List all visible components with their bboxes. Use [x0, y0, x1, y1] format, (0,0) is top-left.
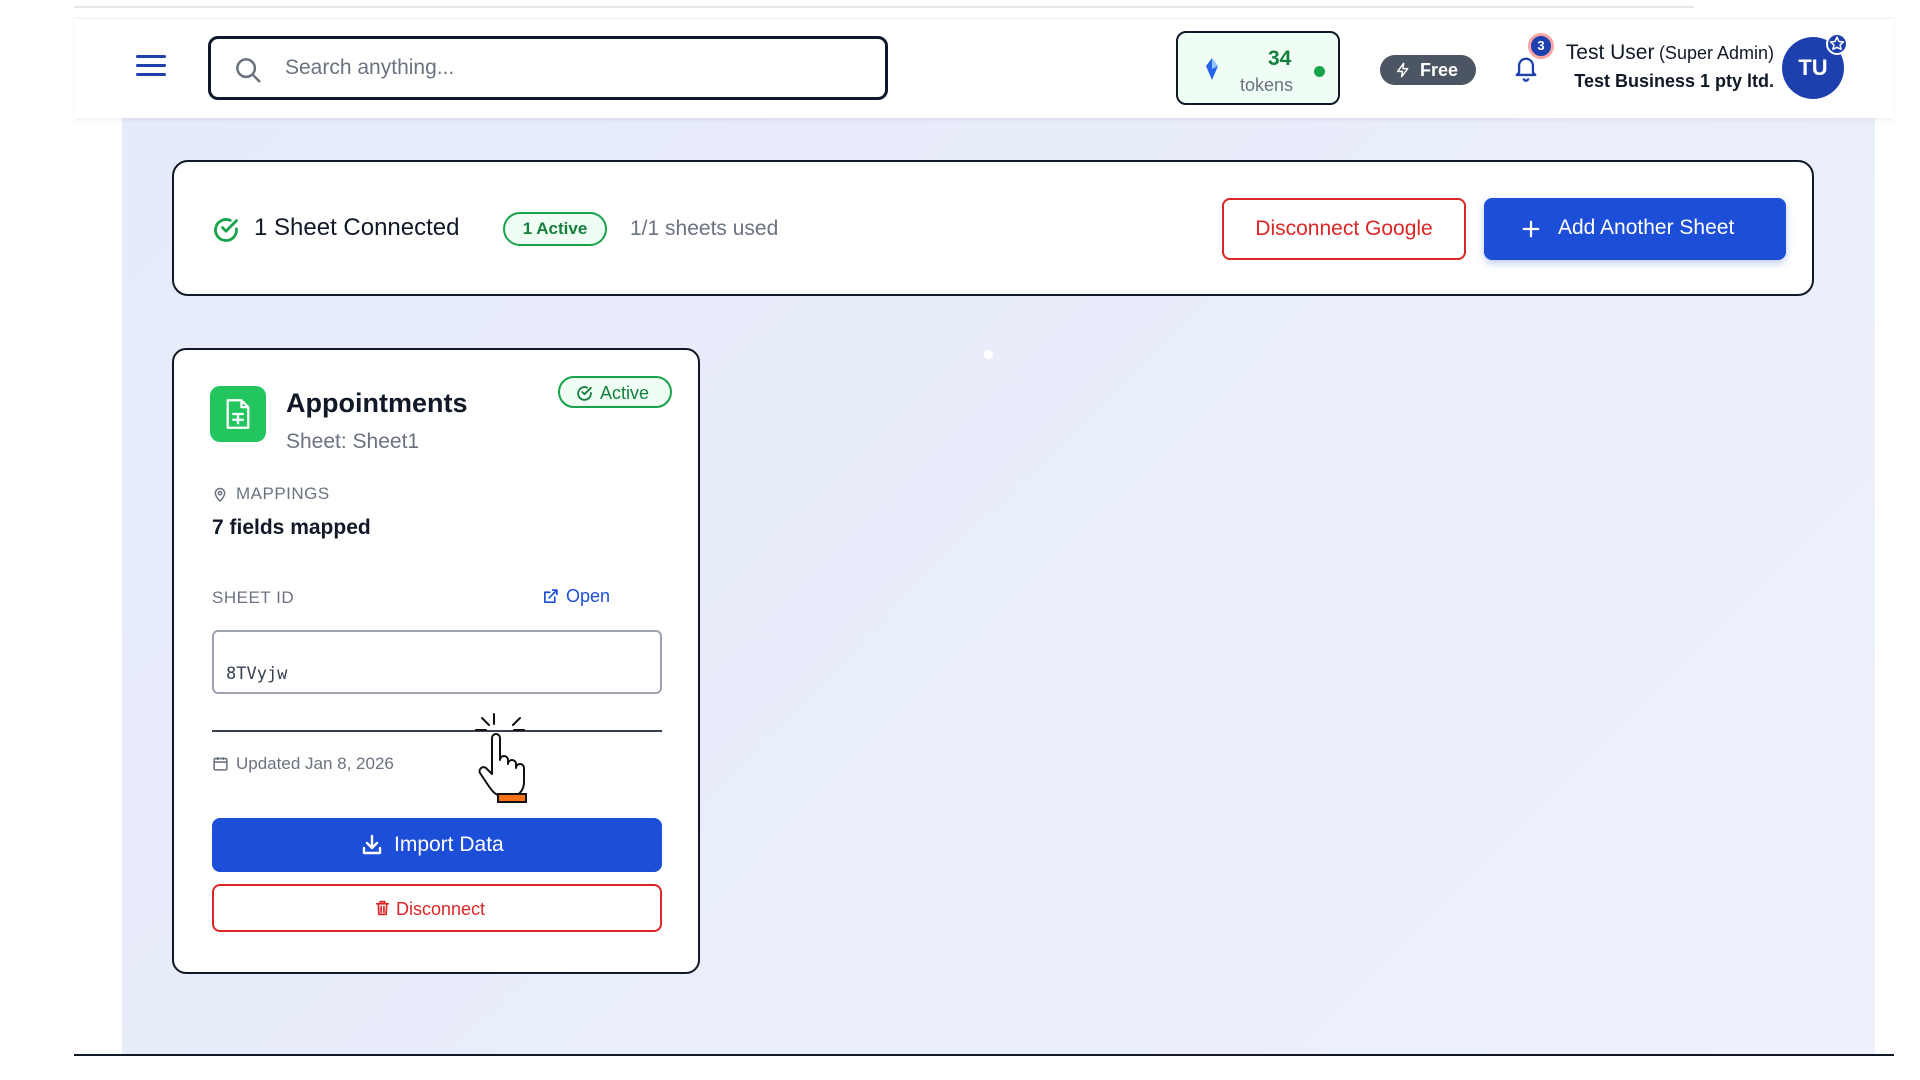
background-speck — [984, 350, 993, 359]
spreadsheet-icon — [210, 386, 266, 442]
card-divider — [212, 730, 662, 732]
sheet-id-value: 8TVyjw — [226, 664, 288, 684]
external-link-icon — [542, 588, 559, 610]
gem-icon — [1204, 57, 1220, 86]
disconnect-google-button[interactable]: Disconnect Google — [1222, 198, 1466, 260]
mappings-label: MAPPINGS — [212, 484, 330, 504]
open-sheet-link[interactable]: Open — [542, 586, 610, 607]
token-label: tokens — [1240, 75, 1294, 95]
status-label: Active — [600, 383, 650, 403]
plan-label: Free — [1420, 60, 1459, 80]
top-header: 34 tokens Free 3 Test User (Super Admin)… — [74, 18, 1894, 118]
import-data-label: Import Data — [394, 833, 504, 856]
last-updated: Updated Jan 8, 2026 — [212, 754, 394, 774]
check-circle-icon — [576, 385, 593, 407]
hand-cursor-icon — [470, 712, 536, 809]
menu-icon[interactable] — [136, 55, 166, 81]
last-updated-text: Updated Jan 8, 2026 — [236, 754, 394, 773]
calendar-icon — [212, 755, 229, 777]
token-balance[interactable]: 34 tokens — [1176, 31, 1340, 105]
plan-badge[interactable]: Free — [1380, 55, 1476, 85]
avatar-initials: TU — [1798, 55, 1828, 80]
sheet-id-field[interactable]: 8TVyjw — [212, 630, 662, 694]
star-icon — [1826, 33, 1848, 55]
mappings-label-text: MAPPINGS — [236, 484, 330, 503]
download-icon — [360, 833, 384, 863]
plus-icon — [1520, 218, 1542, 246]
open-link-label: Open — [566, 586, 611, 606]
import-data-button[interactable]: Import Data — [212, 818, 662, 872]
top-divider — [74, 6, 1694, 8]
status-badge: Active — [558, 376, 672, 408]
main-content: 1 Sheet Connected 1 Active 1/1 sheets us… — [122, 104, 1875, 1055]
active-count-badge: 1 Active — [503, 212, 607, 246]
sheet-tab-name: Sheet: Sheet1 — [286, 430, 420, 453]
online-status-dot — [1314, 66, 1325, 77]
avatar[interactable]: TU — [1782, 33, 1848, 99]
search-bar[interactable] — [208, 36, 888, 100]
bell-icon[interactable]: 3 — [1512, 33, 1554, 85]
sheet-name: Appointments — [286, 388, 468, 418]
app-window: 1 Sheet Connected 1 Active 1/1 sheets us… — [74, 0, 1894, 1056]
mappings-value: 7 fields mapped — [212, 516, 371, 539]
add-another-sheet-button[interactable]: Add Another Sheet — [1484, 198, 1786, 260]
sheet-card: Appointments Sheet: Sheet1 Active MAPPIN… — [172, 348, 700, 974]
sheet-id-label: SHEET ID — [212, 588, 295, 607]
check-circle-icon — [212, 216, 240, 249]
business-name: Test Business 1 pty ltd. — [1574, 71, 1774, 91]
search-icon — [233, 55, 263, 90]
user-info[interactable]: Test User (Super Admin) Test Business 1 … — [1544, 41, 1774, 92]
token-count: 34 — [1268, 47, 1292, 70]
connected-sheets-title: 1 Sheet Connected — [254, 214, 460, 241]
bottom-divider — [74, 1054, 1894, 1056]
map-pin-icon — [212, 486, 228, 508]
user-name: Test User — [1565, 41, 1655, 64]
disconnect-sheet-button[interactable]: Disconnect — [212, 884, 662, 932]
add-sheet-label: Add Another Sheet — [1558, 216, 1735, 239]
sheets-usage-text: 1/1 sheets used — [630, 217, 779, 240]
bolt-icon — [1395, 61, 1411, 84]
trash-icon — [374, 899, 391, 922]
disconnect-label: Disconnect — [396, 899, 486, 919]
search-input[interactable] — [285, 53, 865, 83]
user-role: (Super Admin) — [1658, 43, 1774, 63]
connection-summary-card: 1 Sheet Connected 1 Active 1/1 sheets us… — [172, 160, 1814, 296]
